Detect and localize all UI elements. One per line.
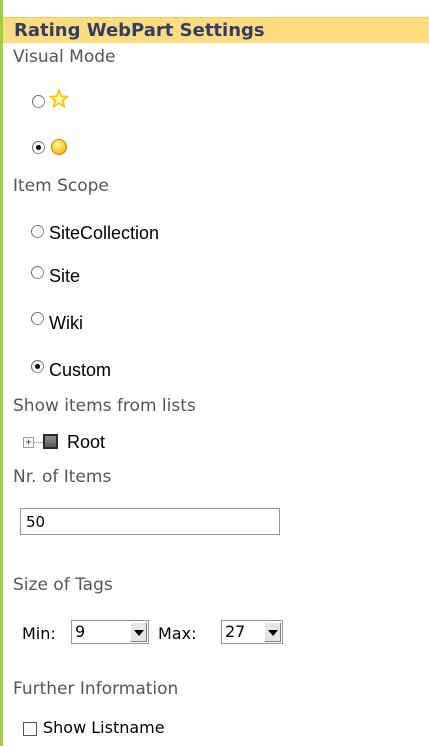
rating-webpart-settings-panel: Rating WebPart Settings Visual Mode Item…: [0, 0, 429, 746]
further-info-label: Further Information: [13, 679, 179, 699]
scope-wiki-label: Wiki: [49, 313, 83, 333]
scope-sitecollection-label: SiteCollection: [49, 223, 160, 243]
settings-header: Rating WebPart Settings: [3, 17, 429, 43]
scope-custom-label: Custom: [49, 360, 112, 380]
tag-size-label: Size of Tags: [13, 575, 113, 595]
chevron-down-icon[interactable]: [264, 622, 281, 642]
min-size-select[interactable]: 9: [71, 620, 149, 644]
chevron-down-icon[interactable]: [130, 622, 147, 642]
tree-expand-icon[interactable]: +: [23, 437, 34, 448]
smiley-icon: [51, 139, 67, 155]
min-label: Min:: [22, 624, 56, 643]
visual-mode-smiley-radio[interactable]: [32, 141, 45, 154]
scope-wiki-radio[interactable]: [31, 312, 44, 325]
max-size-select[interactable]: 27: [221, 620, 283, 644]
tree-connector: [34, 442, 43, 443]
tree-root-label[interactable]: Root: [67, 432, 105, 453]
nr-items-label: Nr. of Items: [13, 467, 112, 487]
scope-custom-radio[interactable]: [31, 360, 44, 373]
header-title: Rating WebPart Settings: [14, 20, 265, 41]
visual-mode-label: Visual Mode: [13, 47, 116, 67]
max-label: Max:: [158, 624, 197, 643]
item-scope-label: Item Scope: [13, 176, 109, 196]
visual-mode-star-radio[interactable]: [32, 95, 45, 108]
show-listname-checkbox[interactable]: [23, 722, 37, 736]
star-icon: [49, 89, 69, 109]
scope-sitecollection-radio[interactable]: [31, 225, 44, 238]
min-size-value: 9: [75, 622, 86, 641]
max-size-value: 27: [225, 622, 246, 641]
list-node-icon: [43, 434, 58, 449]
scope-site-radio[interactable]: [31, 266, 44, 279]
scope-site-label: Site: [49, 266, 81, 286]
nr-items-input[interactable]: [20, 508, 280, 535]
show-listname-label: Show Listname: [43, 718, 165, 737]
lists-label: Show items from lists: [13, 396, 196, 416]
